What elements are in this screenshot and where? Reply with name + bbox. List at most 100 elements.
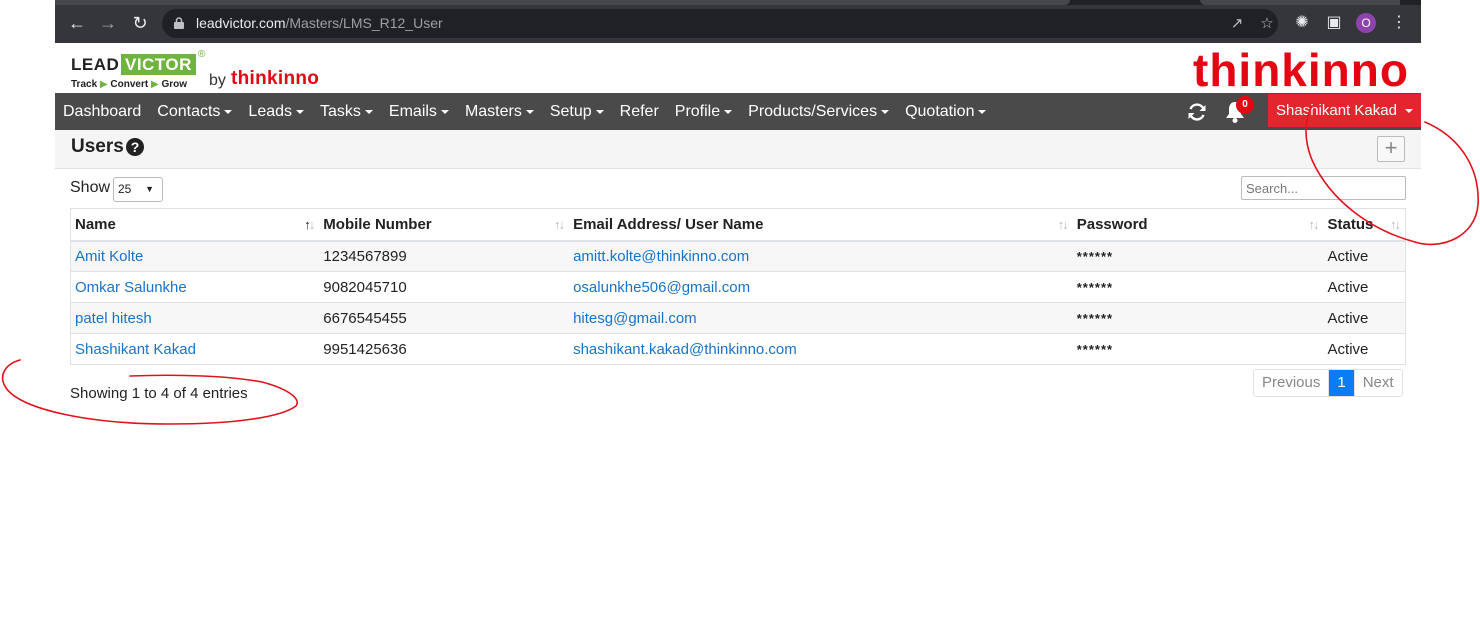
nav-item-label: Contacts xyxy=(157,102,221,120)
browser-window: ← → ↻ leadvictor.com/Masters/LMS_R12_Use… xyxy=(55,0,1421,618)
chevron-down-icon xyxy=(440,109,449,114)
sort-icon: ↑↓ xyxy=(1308,217,1320,232)
nav-item-dashboard[interactable]: Dashboard xyxy=(63,103,141,121)
nav-item-masters[interactable]: Masters xyxy=(465,103,534,121)
share-icon[interactable]: ↗ xyxy=(1228,15,1246,33)
url-host: leadvictor.com xyxy=(196,15,286,31)
main-navbar: Dashboard Contacts Leads Tasks Emails Masters… xyxy=(55,93,1421,130)
profile-avatar[interactable]: O xyxy=(1356,13,1376,33)
table-row: Omkar Salunkhe 9082045710 osalunkhe506@g… xyxy=(70,271,1406,303)
address-bar[interactable]: leadvictor.com/Masters/LMS_R12_User ↗ ☆ xyxy=(162,9,1278,38)
nav-item-label: Dashboard xyxy=(63,102,142,120)
user-menu-button[interactable]: Shashikant Kakad xyxy=(1268,94,1421,127)
sort-icon: ↑↓ xyxy=(554,217,565,232)
pagination: Previous 1 Next xyxy=(1253,369,1403,397)
caret-down-icon: ▼ xyxy=(145,184,154,194)
nav-item-refer[interactable]: Refer xyxy=(620,103,659,121)
star-icon[interactable]: ☆ xyxy=(1258,15,1276,33)
status-cell: Active xyxy=(1323,240,1406,272)
logo-victor: VICTOR xyxy=(121,54,196,75)
chevron-down-icon xyxy=(1404,108,1413,113)
email-link[interactable]: hitesg@gmail.com xyxy=(573,310,697,327)
nav-item-label: Refer xyxy=(619,102,659,120)
password-cell: ****** xyxy=(1072,240,1324,272)
sync-icon[interactable] xyxy=(1186,101,1208,123)
url-text: leadvictor.com/Masters/LMS_R12_User xyxy=(196,15,443,31)
tagline-track: Track xyxy=(71,79,98,90)
forward-arrow-icon[interactable]: → xyxy=(98,13,118,33)
logo-thinkinno: thinkinno xyxy=(231,68,320,89)
notification-badge[interactable]: 0 xyxy=(1236,96,1254,114)
nav-item-setup[interactable]: Setup xyxy=(550,103,604,121)
table-row: patel hitesh 6676545455 hitesg@gmail.com… xyxy=(70,302,1406,334)
next-page-button[interactable]: Next xyxy=(1353,370,1402,396)
nav-item-products-services[interactable]: Products/Services xyxy=(748,102,890,121)
status-cell: Active xyxy=(1323,271,1406,303)
column-header-email[interactable]: Email Address/ User Name ↑↓ xyxy=(569,208,1073,242)
nav-item-label: Tasks xyxy=(320,102,361,120)
page-1-button[interactable]: 1 xyxy=(1328,370,1354,396)
chevron-down-icon xyxy=(224,109,233,114)
side-panel-icon[interactable]: ▣ xyxy=(1324,13,1344,33)
column-header-name[interactable]: Name ↑↓ xyxy=(70,208,320,242)
play-icon: ▶ xyxy=(99,79,108,90)
add-user-button[interactable]: + xyxy=(1377,136,1405,162)
page-title: Users xyxy=(71,136,124,157)
user-name-link[interactable]: Omkar Salunkhe xyxy=(75,279,187,296)
column-header-password[interactable]: Password ↑↓ xyxy=(1072,208,1324,242)
logo-tagline: Track ▶ Convert ▶ Grow xyxy=(71,79,187,90)
kebab-menu-icon[interactable]: ⋮ xyxy=(1389,13,1409,33)
nav-item-emails[interactable]: Emails xyxy=(389,103,449,121)
back-arrow-icon[interactable]: ← xyxy=(67,13,87,33)
logo-lead: LEAD xyxy=(71,55,120,74)
url-path: /Masters/LMS_R12_User xyxy=(285,15,443,31)
play-icon: ▶ xyxy=(150,79,159,90)
nav-item-label: Masters xyxy=(464,102,522,120)
mobile-cell: 9082045710 xyxy=(319,271,570,303)
previous-page-button[interactable]: Previous xyxy=(1254,370,1329,396)
nav-item-contacts[interactable]: Contacts xyxy=(157,102,233,121)
tagline-convert: Convert xyxy=(110,79,149,90)
chevron-down-icon xyxy=(525,109,534,114)
nav-item-quotation[interactable]: Quotation xyxy=(905,103,987,121)
nav-item-label: Products/Services xyxy=(748,102,878,120)
email-link[interactable]: amitt.kolte@thinkinno.com xyxy=(573,248,749,265)
user-name-link[interactable]: Amit Kolte xyxy=(75,248,143,265)
browser-toolbar: ← → ↻ leadvictor.com/Masters/LMS_R12_Use… xyxy=(55,0,1421,43)
password-cell: ****** xyxy=(1072,333,1324,365)
chevron-down-icon xyxy=(595,109,604,114)
sort-icon: ↑↓ xyxy=(1390,217,1401,232)
user-name-link[interactable]: Shashikant Kakad xyxy=(75,341,196,358)
leadvictor-logo[interactable]: LEAD VICTOR ® Track ▶ Convert ▶ Grow by … xyxy=(71,49,331,91)
email-link[interactable]: osalunkhe506@gmail.com xyxy=(573,279,750,296)
nav-item-tasks[interactable]: Tasks xyxy=(320,103,373,121)
help-icon[interactable]: ? xyxy=(126,138,144,156)
search-input[interactable] xyxy=(1241,176,1406,200)
nav-item-label: Emails xyxy=(388,102,437,120)
nav-item-leads[interactable]: Leads xyxy=(248,103,305,121)
mobile-cell: 6676545455 xyxy=(319,302,570,334)
nav-menu: Dashboard Contacts Leads Tasks Emails Masters… xyxy=(55,93,1002,130)
users-table: Name ↑↓ Mobile Number ↑↓ Email Address/ Us… xyxy=(70,208,1406,365)
reload-icon[interactable]: ↻ xyxy=(130,13,150,33)
mobile-cell: 1234567899 xyxy=(319,240,570,272)
column-header-status[interactable]: Status ↑↓ xyxy=(1323,208,1406,242)
inactive-tab[interactable] xyxy=(1200,0,1400,5)
chevron-down-icon xyxy=(881,109,890,114)
entries-per-page-select[interactable]: 25 ▼ xyxy=(113,177,163,202)
column-header-label: Status xyxy=(1327,215,1374,233)
email-link[interactable]: shashikant.kakad@thinkinno.com xyxy=(573,341,797,358)
user-name-link[interactable]: patel hitesh xyxy=(75,310,152,327)
status-cell: Active xyxy=(1323,333,1406,365)
table-row: Shashikant Kakad 9951425636 shashikant.k… xyxy=(70,333,1406,365)
nav-item-profile[interactable]: Profile xyxy=(675,103,733,121)
active-tab[interactable] xyxy=(55,0,1070,5)
table-header-row: Name ↑↓ Mobile Number ↑↓ Email Address/ Us… xyxy=(70,208,1406,242)
table-row: Amit Kolte 1234567899 amitt.kolte@thinki… xyxy=(70,240,1406,272)
sort-icon: ↑↓ xyxy=(1057,217,1069,232)
extensions-icon[interactable]: ✺ xyxy=(1292,13,1312,33)
column-header-mobile[interactable]: Mobile Number ↑↓ xyxy=(319,208,570,242)
password-cell: ****** xyxy=(1072,302,1324,334)
status-cell: Active xyxy=(1323,302,1406,334)
mobile-cell: 9951425636 xyxy=(319,333,570,365)
